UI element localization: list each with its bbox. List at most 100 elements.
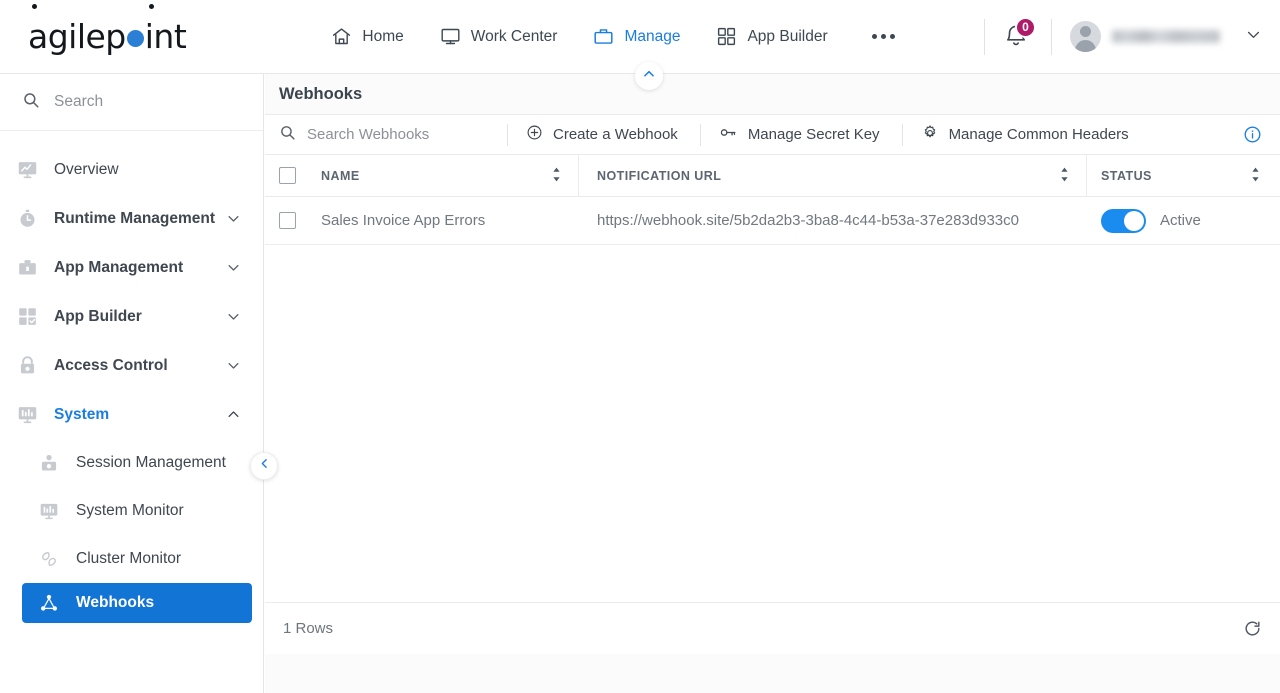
- system-monitor-icon: [14, 404, 40, 425]
- logo-text-first: agilep: [28, 4, 126, 56]
- key-icon: [719, 123, 738, 146]
- ellipsis-dot: [871, 34, 877, 39]
- plus-circle-icon: [526, 124, 543, 145]
- sidebar-label-session-management: Session Management: [76, 454, 226, 471]
- sidebar-item-session-management[interactable]: Session Management: [0, 439, 263, 487]
- content-toolbar: Search Webhooks Create a Webhook Manage …: [265, 114, 1280, 155]
- select-all-checkbox[interactable]: [279, 167, 296, 184]
- ellipsis-dot: [889, 34, 895, 39]
- stopwatch-icon: [14, 208, 40, 229]
- user-menu[interactable]: [1070, 21, 1262, 52]
- sidebar-item-system[interactable]: System: [0, 390, 263, 439]
- sidebar-collapse-button[interactable]: [250, 452, 278, 480]
- sidebar-item-webhooks[interactable]: Webhooks: [22, 583, 252, 623]
- divider: [984, 18, 985, 55]
- sort-icon[interactable]: [1059, 167, 1086, 185]
- refresh-icon[interactable]: [1243, 619, 1262, 638]
- row-select-cell: [279, 197, 321, 245]
- nav-item-work-center[interactable]: Work Center: [438, 20, 560, 53]
- manage-common-headers-button[interactable]: Manage Common Headers: [903, 114, 1147, 155]
- sidebar-label-overview: Overview: [54, 160, 119, 178]
- sidebar-label-webhooks: Webhooks: [76, 594, 155, 611]
- sort-icon[interactable]: [551, 167, 578, 185]
- sidebar: Search Overview Runtime Management App M…: [0, 74, 278, 693]
- status-label: Active: [1160, 212, 1201, 229]
- nav-label-app-builder: App Builder: [747, 27, 828, 45]
- sidebar-item-access-control[interactable]: Access Control: [0, 341, 263, 390]
- sidebar-item-runtime-management[interactable]: Runtime Management: [0, 194, 263, 243]
- system-monitor-icon: [36, 501, 62, 521]
- webhooks-search-placeholder: Search Webhooks: [307, 126, 430, 143]
- page-title-bar: Webhooks: [265, 74, 1280, 114]
- user-avatar-icon: [1070, 21, 1101, 52]
- table-footer: 1 Rows: [265, 602, 1280, 654]
- sidebar-menu: Overview Runtime Management App Manageme…: [0, 131, 263, 623]
- nav-item-home[interactable]: Home: [329, 20, 405, 53]
- session-user-icon: [36, 453, 62, 473]
- sidebar-label-cluster-monitor: Cluster Monitor: [76, 550, 182, 567]
- main-navigation: Home Work Center Manage App Builder: [264, 0, 966, 74]
- logo-text-second: int: [144, 4, 187, 56]
- briefcase-icon: [14, 257, 40, 278]
- status-toggle[interactable]: [1101, 208, 1146, 233]
- briefcase-icon: [593, 26, 614, 47]
- column-header-status[interactable]: STATUS: [1087, 155, 1277, 197]
- page-title: Webhooks: [279, 84, 363, 103]
- manage-secret-key-button[interactable]: Manage Secret Key: [701, 114, 898, 155]
- divider: [1051, 18, 1052, 55]
- sidebar-label-app-management: App Management: [54, 258, 184, 276]
- sidebar-search-placeholder: Search: [54, 93, 104, 110]
- chevron-down-icon: [226, 309, 241, 324]
- notifications-button[interactable]: 0: [1003, 16, 1036, 53]
- column-header-notification-url[interactable]: NOTIFICATION URL: [579, 154, 1087, 197]
- column-header-name[interactable]: NAME: [321, 154, 579, 197]
- brand-logo[interactable]: agilep int: [0, 0, 264, 74]
- user-name-redacted: [1112, 30, 1220, 43]
- sort-icon[interactable]: [1250, 167, 1277, 185]
- info-circle-icon[interactable]: [1243, 125, 1268, 144]
- grid-icon: [716, 26, 737, 47]
- sidebar-label-app-builder: App Builder: [54, 307, 142, 325]
- create-webhook-label: Create a Webhook: [553, 126, 678, 143]
- chevron-down-icon: [1245, 26, 1262, 48]
- sidebar-item-overview[interactable]: Overview: [0, 145, 263, 194]
- chevron-down-icon: [226, 260, 241, 275]
- nav-label-manage: Manage: [624, 27, 681, 45]
- select-all-cell: [279, 155, 321, 197]
- create-webhook-button[interactable]: Create a Webhook: [508, 114, 696, 155]
- chevron-up-icon: [226, 407, 241, 422]
- top-bar-right: 0: [966, 0, 1280, 74]
- row-checkbox[interactable]: [279, 212, 296, 229]
- gear-icon: [921, 124, 939, 146]
- column-label-status: STATUS: [1101, 168, 1152, 183]
- webhooks-table: NAME NOTIFICATION URL STATUS Sales Invoi…: [265, 154, 1280, 654]
- sidebar-item-system-monitor[interactable]: System Monitor: [0, 487, 263, 535]
- nav-item-app-builder[interactable]: App Builder: [714, 20, 829, 53]
- sidebar-item-cluster-monitor[interactable]: Cluster Monitor: [0, 535, 263, 583]
- monitor-icon: [440, 26, 461, 47]
- rows-count-label: 1 Rows: [283, 620, 334, 637]
- ellipsis-icon[interactable]: [866, 24, 901, 49]
- sidebar-item-app-builder[interactable]: App Builder: [0, 292, 263, 341]
- logo-blue-dot-icon: [126, 30, 144, 47]
- manage-common-headers-label: Manage Common Headers: [948, 126, 1129, 143]
- sidebar-label-system: System: [54, 405, 110, 423]
- search-icon: [279, 124, 296, 145]
- search-icon: [22, 91, 40, 114]
- panel-collapse-button[interactable]: [635, 62, 663, 90]
- bell-icon: [1003, 25, 1029, 53]
- cluster-icon: [36, 549, 62, 569]
- nav-item-manage[interactable]: Manage: [591, 20, 682, 53]
- sidebar-label-access-control: Access Control: [54, 356, 168, 374]
- column-label-notification-url: NOTIFICATION URL: [597, 168, 722, 183]
- cell-status: Active: [1087, 197, 1277, 245]
- nav-label-home: Home: [362, 27, 404, 45]
- webhooks-search-input[interactable]: Search Webhooks: [279, 124, 503, 145]
- table-row[interactable]: Sales Invoice App Errors https://webhook…: [265, 197, 1280, 245]
- chevron-left-icon: [258, 457, 271, 475]
- top-bar: agilep int Home Work Center Manage App B…: [0, 0, 1280, 74]
- chevron-up-icon: [642, 67, 656, 86]
- sidebar-search[interactable]: Search: [0, 74, 263, 131]
- logo-text: agilep int: [28, 4, 187, 56]
- sidebar-item-app-management[interactable]: App Management: [0, 243, 263, 292]
